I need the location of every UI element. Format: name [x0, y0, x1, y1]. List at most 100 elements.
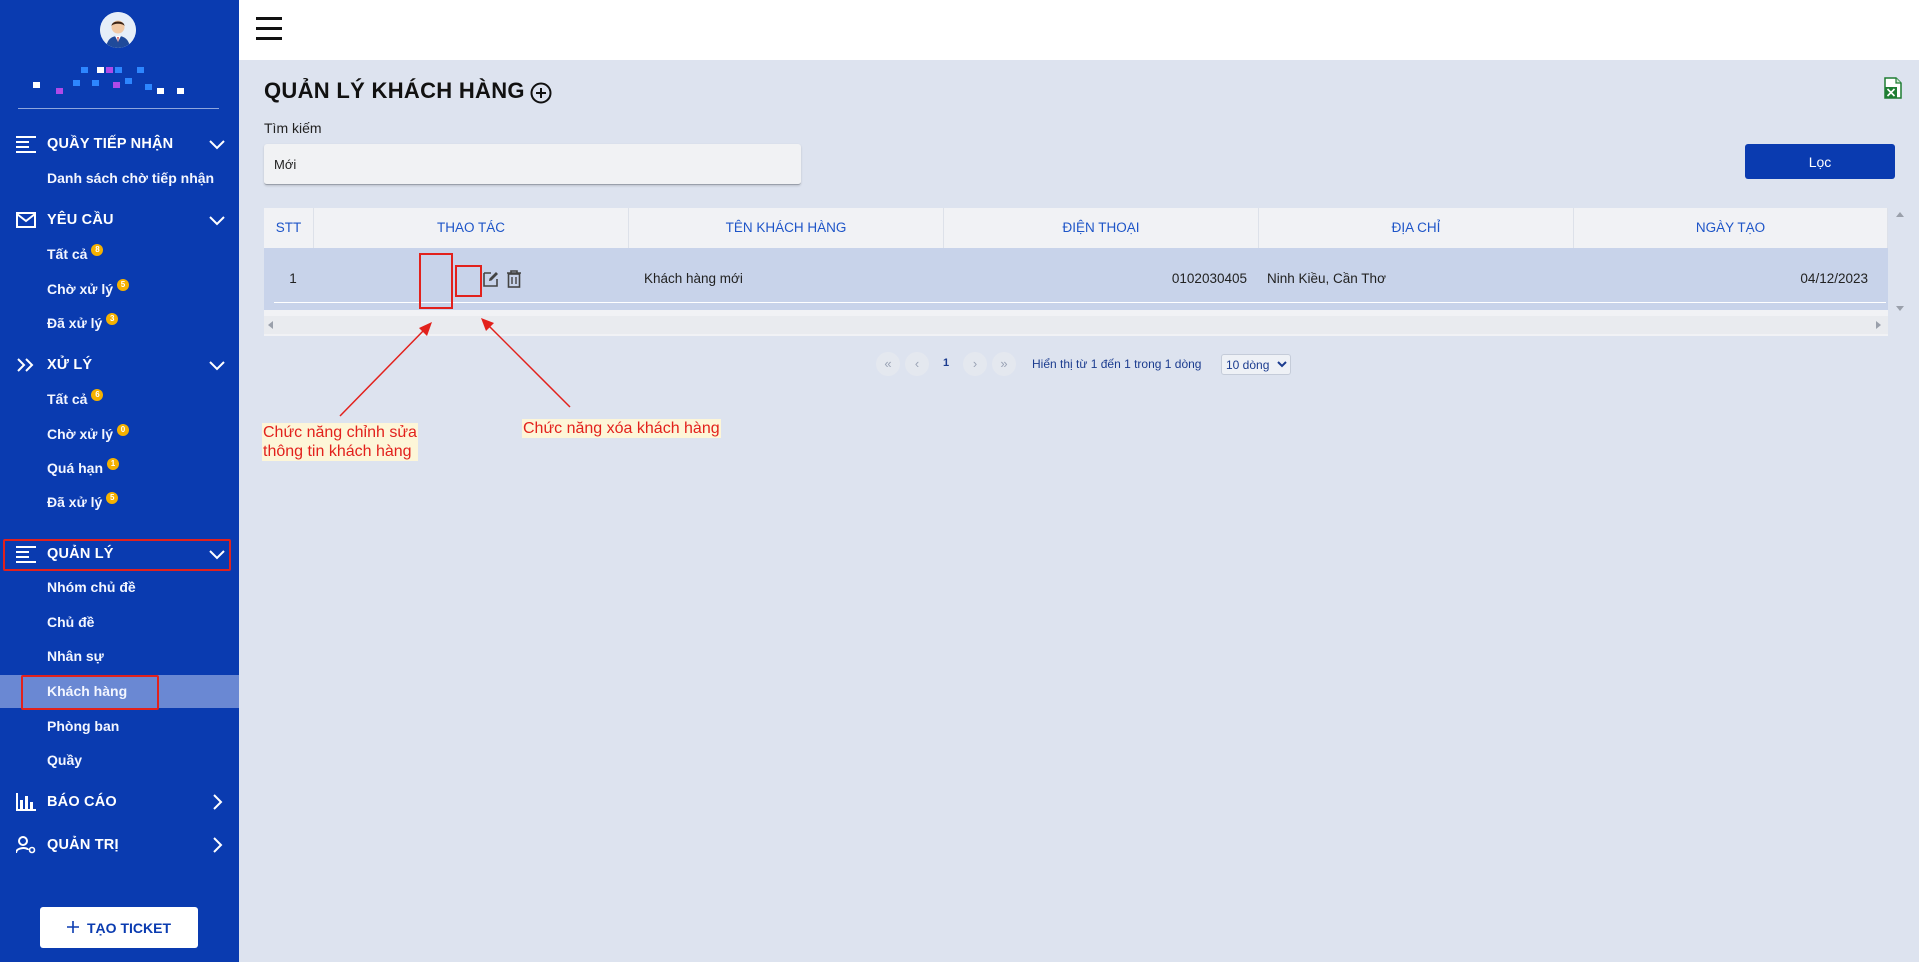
sidebar-item-nhom-chu-de[interactable]: Nhóm chủ đề: [47, 577, 136, 597]
create-ticket-label: TẠO TICKET: [87, 919, 171, 936]
delete-annotation-label: Chức năng xóa khách hàng: [522, 419, 721, 438]
user-settings-icon: [16, 836, 36, 854]
item-label: Phòng ban: [47, 718, 120, 734]
arrow-delete-line: [486, 323, 571, 408]
item-label: Nhân sự: [47, 648, 104, 664]
sidebar-item-yeu-cau-da-xu-ly[interactable]: Đã xử lý 3: [47, 313, 119, 333]
pagination: « ‹ 1 › »: [876, 352, 1016, 376]
item-label: Danh sách chờ tiếp nhận: [47, 170, 215, 186]
scroll-right-icon[interactable]: [1876, 321, 1882, 329]
filter-button[interactable]: Lọc: [1745, 144, 1895, 179]
top-bar: [239, 0, 1919, 60]
row-divider: [274, 302, 1886, 303]
scroll-left-icon[interactable]: [268, 321, 274, 329]
add-circle-icon[interactable]: [530, 82, 552, 104]
plus-icon: [67, 920, 79, 936]
sidebar-item-danh-sach-cho-tiep-nhan[interactable]: Danh sách chờ tiếp nhận: [47, 168, 214, 188]
first-page-button[interactable]: «: [876, 352, 900, 376]
sidebar-item-yeu-cau-tat-ca[interactable]: Tất cả 8: [47, 244, 104, 264]
current-page-button[interactable]: 1: [934, 352, 958, 376]
sidebar-item-quay[interactable]: Quầy: [47, 750, 82, 770]
sidebar-item-xu-ly-da-xu-ly[interactable]: Đã xử lý 5: [47, 492, 119, 512]
chevron-down-icon[interactable]: [209, 357, 225, 373]
highlight-box-khach-hang: [21, 675, 159, 710]
highlight-box-edit: [419, 253, 453, 309]
edit-annotation-line1: Chức năng chỉnh sửa: [263, 424, 417, 441]
scroll-down-icon[interactable]: [1896, 306, 1904, 312]
customer-table: STT THAO TÁC TÊN KHÁCH HÀNG ĐIỆN THOẠI Đ…: [264, 208, 1904, 336]
chevron-right-icon[interactable]: [209, 837, 225, 853]
horizontal-scrollbar[interactable]: [264, 316, 1888, 334]
page-size-select[interactable]: 10 dòng: [1221, 354, 1291, 375]
bar-chart-icon: [16, 793, 36, 811]
sidebar-item-phong-ban[interactable]: Phòng ban: [47, 716, 119, 736]
cell-customer-name: Khách hàng mới: [644, 271, 743, 286]
section-title: QUẢN TRỊ: [47, 837, 119, 853]
section-quan-tri[interactable]: QUẢN TRỊ: [0, 828, 239, 862]
sidebar-item-chu-de[interactable]: Chủ đề: [47, 612, 94, 632]
item-label: Chủ đề: [47, 614, 95, 630]
sidebar-item-xu-ly-tat-ca[interactable]: Tất cả 6: [47, 389, 104, 409]
page-title: QUẢN LÝ KHÁCH HÀNG: [264, 78, 525, 103]
pagination-info: Hiển thị từ 1 đến 1 trong 1 dòng: [1032, 357, 1202, 371]
highlight-box-quan-ly: [3, 539, 231, 571]
last-page-button[interactable]: »: [992, 352, 1016, 376]
section-yeu-cau[interactable]: YÊU CẦU: [0, 203, 239, 237]
excel-export-icon[interactable]: [1884, 77, 1902, 99]
section-title: QUẦY TIẾP NHẬN: [47, 136, 174, 152]
highlight-box-delete: [455, 265, 482, 297]
prev-page-button[interactable]: ‹: [905, 352, 929, 376]
search-label: Tìm kiếm: [264, 120, 322, 136]
section-xu-ly[interactable]: XỬ LÝ: [0, 348, 239, 382]
column-header-ten-khach-hang[interactable]: TÊN KHÁCH HÀNG: [629, 208, 944, 248]
sidebar-item-qua-han[interactable]: Quá hạn 1: [47, 458, 120, 478]
menu-icon[interactable]: [256, 17, 282, 41]
next-page-button[interactable]: ›: [963, 352, 987, 376]
item-label: Quá hạn: [47, 460, 104, 476]
double-chevron-right-icon: [17, 358, 34, 372]
count-badge: 1: [107, 458, 120, 470]
sidebar-item-nhan-su[interactable]: Nhân sự: [47, 646, 104, 666]
item-label: Tất cả: [47, 391, 88, 407]
item-label: Đã xử lý: [47, 315, 103, 331]
count-badge: 3: [106, 313, 119, 325]
chevron-down-icon[interactable]: [209, 136, 225, 152]
chevron-down-icon[interactable]: [209, 212, 225, 228]
column-header-dien-thoai[interactable]: ĐIỆN THOẠI: [944, 208, 1259, 248]
sidebar-item-yeu-cau-cho-xu-ly[interactable]: Chờ xử lý 5: [47, 279, 129, 299]
sidebar: QUẦY TIẾP NHẬN Danh sách chờ tiếp nhận Y…: [0, 0, 239, 962]
brand-logo: [30, 64, 190, 98]
cell-address: Ninh Kiều, Cần Thơ: [1267, 271, 1386, 286]
chevron-right-icon[interactable]: [209, 794, 225, 810]
column-header-dia-chi[interactable]: ĐỊA CHỈ: [1259, 208, 1574, 248]
create-ticket-button[interactable]: TẠO TICKET: [40, 907, 198, 948]
scroll-up-icon[interactable]: [1896, 212, 1904, 218]
column-header-thao-tac[interactable]: THAO TÁC: [314, 208, 629, 248]
count-badge: 0: [117, 424, 129, 436]
column-header-stt[interactable]: STT: [264, 208, 314, 248]
search-input[interactable]: [264, 144, 801, 185]
vertical-scrollbar[interactable]: [1888, 208, 1912, 316]
item-label: Nhóm chủ đề: [47, 579, 136, 595]
edit-icon[interactable]: [482, 270, 500, 288]
column-header-ngay-tao[interactable]: NGÀY TẠO: [1574, 208, 1888, 248]
mail-icon: [16, 212, 36, 228]
arrow-edit-line: [339, 327, 427, 417]
trash-icon[interactable]: [506, 270, 522, 288]
item-label: Chờ xử lý: [47, 426, 113, 442]
section-bao-cao[interactable]: BÁO CÁO: [0, 785, 239, 819]
table-header: STT THAO TÁC TÊN KHÁCH HÀNG ĐIỆN THOẠI Đ…: [264, 208, 1888, 248]
user-avatar[interactable]: [100, 12, 136, 48]
edit-annotation-label: Chức năng chỉnh sửa thông tin khách hàng: [262, 423, 418, 461]
item-label: Tất cả: [47, 246, 88, 262]
section-title: BÁO CÁO: [47, 794, 117, 810]
count-badge: 8: [91, 244, 104, 256]
sidebar-divider: [18, 108, 219, 109]
cell-created-date: 04/12/2023: [1800, 271, 1868, 286]
sidebar-item-xu-ly-cho-xu-ly[interactable]: Chờ xử lý 0: [47, 424, 129, 444]
count-badge: 6: [91, 389, 104, 401]
section-quay-tiep-nhan[interactable]: QUẦY TIẾP NHẬN: [0, 127, 239, 161]
edit-annotation-line2: thông tin khách hàng: [263, 443, 412, 460]
section-title: XỬ LÝ: [47, 357, 93, 373]
table-row[interactable]: 1 Khách hàng mới 0102030405 Ninh Kiều, C…: [264, 248, 1888, 310]
